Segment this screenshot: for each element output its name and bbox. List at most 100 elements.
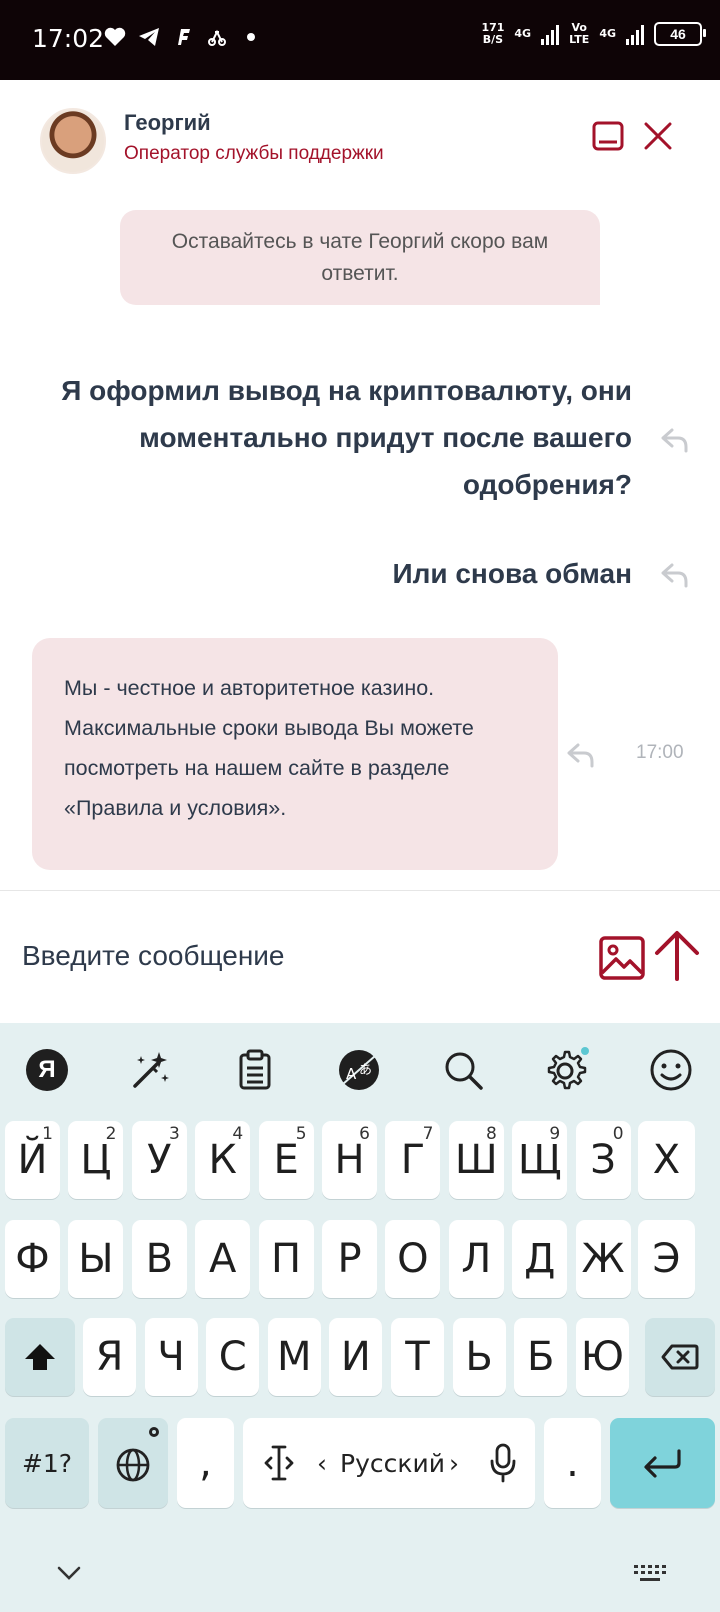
globe-icon xyxy=(116,1448,150,1482)
key-label: Ж xyxy=(581,1236,625,1282)
keyboard-switch-button[interactable] xyxy=(632,1563,668,1590)
key[interactable]: Ь xyxy=(452,1318,506,1396)
key-hint: 2 xyxy=(105,1124,117,1144)
key[interactable]: З0 xyxy=(575,1121,631,1199)
settings-icon xyxy=(547,1047,589,1090)
key[interactable]: Ц2 xyxy=(68,1121,124,1199)
space-key[interactable]: ‹ Русский › xyxy=(243,1418,535,1508)
key-label: И xyxy=(340,1334,371,1380)
message-time: 17:00 xyxy=(636,742,684,763)
close-button[interactable] xyxy=(640,118,676,154)
yandex-letter: Я xyxy=(38,1056,56,1083)
shift-key[interactable] xyxy=(5,1318,75,1396)
period-key[interactable]: . xyxy=(544,1418,601,1508)
reply-icon[interactable] xyxy=(660,427,690,453)
enter-key[interactable] xyxy=(610,1418,715,1508)
key-label: Я xyxy=(95,1334,124,1380)
backspace-key[interactable] xyxy=(645,1318,715,1396)
key-label: Ч xyxy=(157,1334,185,1380)
key[interactable]: П xyxy=(258,1220,314,1298)
space-right-arrow: › xyxy=(449,1449,459,1478)
key[interactable]: Д xyxy=(512,1220,568,1298)
space-language-label: Русский xyxy=(340,1449,445,1478)
key[interactable]: Р xyxy=(322,1220,377,1298)
notification-icons xyxy=(104,26,262,48)
reply-icon[interactable] xyxy=(660,562,690,588)
key[interactable]: Ф xyxy=(5,1220,60,1298)
key[interactable]: Ч xyxy=(144,1318,198,1396)
network-2: 4G xyxy=(599,27,616,40)
key[interactable]: Г7 xyxy=(385,1121,441,1199)
key[interactable]: М xyxy=(267,1318,321,1396)
send-button[interactable] xyxy=(652,929,702,983)
key-hint: 7 xyxy=(422,1124,434,1144)
key[interactable]: Х xyxy=(638,1121,695,1199)
settings-button[interactable] xyxy=(544,1047,590,1093)
clipboard-button[interactable] xyxy=(232,1047,278,1093)
key[interactable]: Ш8 xyxy=(448,1121,504,1199)
key[interactable]: А xyxy=(195,1220,251,1298)
gear-icon xyxy=(149,1427,159,1437)
translate-button[interactable]: A あ xyxy=(336,1047,382,1093)
key[interactable]: В xyxy=(131,1220,187,1298)
key-label: Р xyxy=(337,1236,362,1282)
volte-indicator: Vo LTE xyxy=(569,22,589,46)
minimize-icon xyxy=(592,121,624,151)
space-left-arrow: ‹ xyxy=(317,1449,327,1478)
key[interactable]: С xyxy=(206,1318,260,1396)
key-label: С xyxy=(218,1334,247,1380)
key[interactable]: Щ9 xyxy=(512,1121,568,1199)
key[interactable]: Т xyxy=(391,1318,444,1396)
hide-keyboard-button[interactable] xyxy=(54,1563,84,1588)
key-label: Г xyxy=(400,1137,426,1183)
key[interactable]: Л xyxy=(448,1220,504,1298)
system-message-text: Оставайтесь в чате Георгий скоро вам отв… xyxy=(171,229,549,285)
key[interactable]: О xyxy=(385,1220,441,1298)
key[interactable]: И xyxy=(329,1318,383,1396)
key-label: А xyxy=(209,1236,237,1282)
microphone-icon xyxy=(490,1443,516,1483)
reply-icon[interactable] xyxy=(566,742,596,768)
status-bar: 17:02 171 B/S 4G Vo LTE 4G 46 xyxy=(0,0,720,80)
key[interactable]: Н6 xyxy=(322,1121,377,1199)
key[interactable]: Э xyxy=(638,1220,695,1298)
clipboard-icon xyxy=(239,1049,271,1090)
key-label: Л xyxy=(461,1236,492,1282)
key-label: В xyxy=(145,1236,174,1282)
status-right: 171 B/S 4G Vo LTE 4G 46 xyxy=(481,22,706,46)
user-message-line: моментально придут после вашего xyxy=(139,422,632,453)
language-key[interactable] xyxy=(98,1418,168,1508)
backspace-icon xyxy=(661,1344,699,1370)
key-label: Ю xyxy=(580,1334,624,1380)
key[interactable]: Й1 xyxy=(5,1121,60,1199)
svg-text:A: A xyxy=(346,1065,357,1083)
search-button[interactable] xyxy=(440,1047,486,1093)
signal-2-icon xyxy=(626,23,644,45)
network-1: 4G xyxy=(514,27,532,40)
message-input[interactable] xyxy=(20,939,564,973)
close-icon xyxy=(644,122,672,150)
key[interactable]: У3 xyxy=(131,1121,187,1199)
comma-key[interactable]: , xyxy=(177,1418,234,1508)
key[interactable]: Е5 xyxy=(258,1121,314,1199)
magic-button[interactable] xyxy=(128,1047,174,1093)
key-label: М xyxy=(277,1334,312,1380)
attach-image-button[interactable] xyxy=(598,935,646,981)
symbols-key[interactable]: #1? xyxy=(5,1418,89,1508)
emoji-icon xyxy=(650,1049,692,1091)
key[interactable]: Б xyxy=(514,1318,568,1396)
keyboard: Я A あ Й 1 Ц 2 У 3 К 4 Е 5 Н 6 Г 7 Ш 8 Щ … xyxy=(0,1023,720,1612)
agent-role: Оператор службы поддержки xyxy=(124,143,384,164)
yandex-button[interactable]: Я xyxy=(24,1047,70,1093)
key[interactable]: Ы xyxy=(68,1220,124,1298)
emoji-button[interactable] xyxy=(648,1047,694,1093)
volte-bottom: LTE xyxy=(569,33,590,46)
svg-text:あ: あ xyxy=(359,1063,372,1078)
key[interactable]: Ю xyxy=(575,1318,629,1396)
minimize-button[interactable] xyxy=(590,118,626,154)
key-label: Т xyxy=(405,1334,430,1380)
keyboard-icon xyxy=(634,1565,666,1581)
key[interactable]: Ж xyxy=(575,1220,631,1298)
key[interactable]: К4 xyxy=(195,1121,251,1199)
key[interactable]: Я xyxy=(83,1318,136,1396)
